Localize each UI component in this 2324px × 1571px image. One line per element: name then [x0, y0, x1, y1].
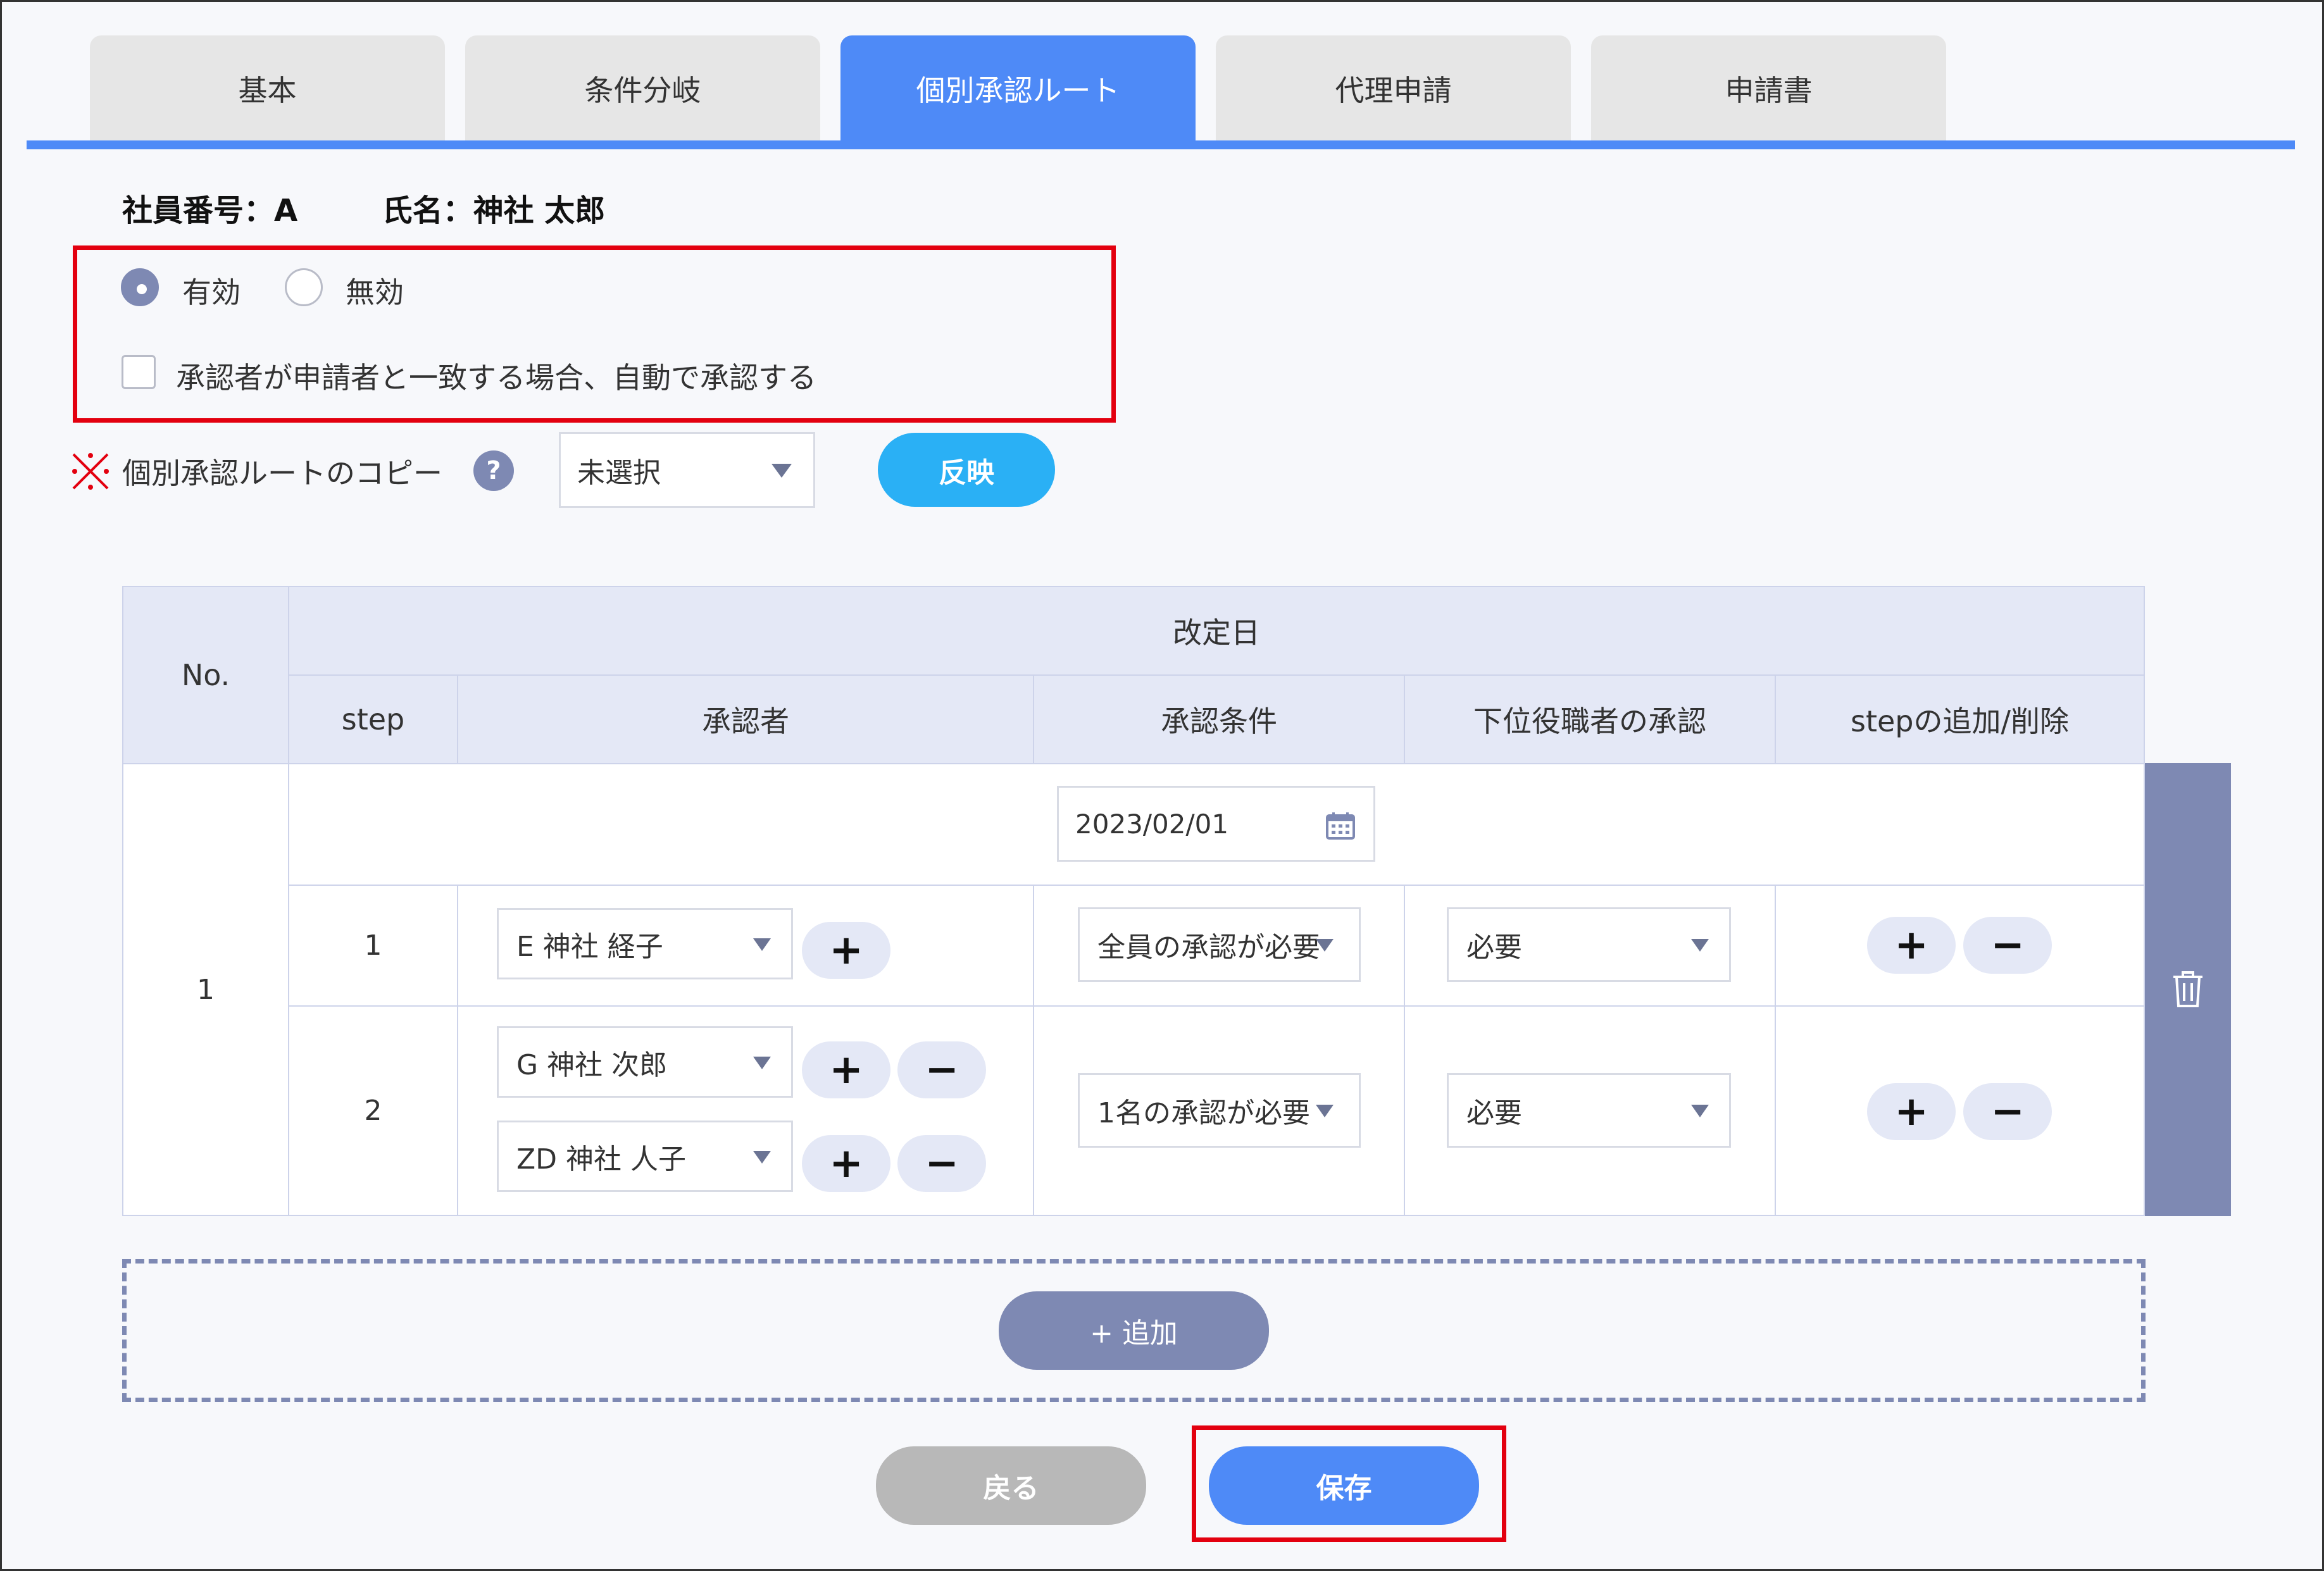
subordinate-select[interactable]: 必要 — [1447, 907, 1731, 982]
employee-id: 社員番号：A — [122, 193, 298, 228]
header-step-add-remove: stepの追加/削除 — [1775, 674, 2145, 764]
add-step-button[interactable]: + — [1867, 917, 1956, 974]
cell-add-remove-step-2 — [1775, 1005, 2145, 1216]
header-approval-condition: 承認条件 — [1033, 674, 1405, 764]
remove-approver-button[interactable]: − — [897, 1041, 986, 1098]
back-button[interactable]: 戻る — [876, 1446, 1146, 1525]
approver-select-value: ZD 神社 人子 — [516, 1143, 686, 1176]
apply-button[interactable]: 反映 — [878, 433, 1055, 507]
approver-select[interactable]: G 神社 次郎 — [497, 1026, 793, 1098]
chevron-down-icon — [753, 1150, 771, 1164]
radio-enabled-label: 有効 — [182, 275, 241, 309]
chevron-down-icon — [1316, 939, 1334, 952]
add-approver-button[interactable]: + — [802, 1135, 890, 1192]
calendar-icon[interactable] — [1325, 810, 1356, 841]
chevron-down-icon — [753, 1056, 771, 1069]
tab-application-form[interactable]: 申請書 — [1591, 35, 1946, 141]
save-button[interactable]: 保存 — [1209, 1446, 1479, 1525]
radio-disabled[interactable] — [285, 268, 323, 306]
add-route-button[interactable]: + 追加 — [999, 1291, 1269, 1370]
required-mark-icon — [68, 449, 113, 494]
header-approver: 承認者 — [457, 674, 1034, 764]
revision-date-input[interactable]: 2023/02/01 — [1057, 786, 1375, 862]
approver-select-value: E 神社 経子 — [516, 930, 663, 963]
auto-approve-label: 承認者が申請者と一致する場合、自動で承認する — [176, 361, 816, 395]
subordinate-select-value: 必要 — [1466, 1097, 1522, 1129]
chevron-down-icon — [1691, 939, 1709, 952]
add-approver-button[interactable]: + — [802, 1041, 890, 1098]
remove-step-button[interactable]: − — [1963, 917, 2052, 974]
tab-individual-approval-route[interactable]: 個別承認ルート — [840, 35, 1196, 141]
copy-route-label: 個別承認ルートのコピー — [122, 456, 442, 490]
radio-enabled[interactable] — [121, 268, 159, 306]
tab-underline — [27, 140, 2295, 149]
radio-disabled-label: 無効 — [346, 275, 404, 309]
remove-step-button[interactable]: − — [1963, 1083, 2052, 1140]
approver-select-value: G 神社 次郎 — [516, 1048, 668, 1081]
tab-conditional-branch[interactable]: 条件分岐 — [465, 35, 820, 141]
cell-step-2: 2 — [288, 1005, 458, 1216]
chevron-down-icon — [1691, 1105, 1709, 1117]
copy-route-select[interactable]: 未選択 — [559, 432, 815, 508]
approver-select[interactable]: E 神社 経子 — [497, 908, 793, 979]
cell-no: 1 — [122, 763, 289, 1216]
employee-name: 氏名：神社 太郎 — [382, 193, 606, 228]
condition-select-value: 1名の承認が必要 — [1097, 1097, 1310, 1129]
help-icon[interactable]: ? — [473, 450, 514, 491]
remove-approver-button[interactable]: − — [897, 1135, 986, 1192]
approver-select[interactable]: ZD 神社 人子 — [497, 1121, 793, 1192]
subordinate-select-value: 必要 — [1466, 931, 1522, 964]
tab-basic[interactable]: 基本 — [90, 35, 445, 141]
header-step: step — [288, 674, 458, 764]
add-step-button[interactable]: + — [1867, 1083, 1956, 1140]
auto-approve-checkbox[interactable] — [122, 355, 156, 389]
chevron-down-icon — [772, 464, 792, 478]
condition-select-value: 全員の承認が必要 — [1097, 931, 1320, 964]
revision-date-value: 2023/02/01 — [1075, 808, 1229, 840]
header-subordinate-approval: 下位役職者の承認 — [1404, 674, 1776, 764]
header-no: No. — [122, 586, 289, 764]
cell-step-1: 1 — [288, 885, 458, 1007]
cell-add-remove-step-1 — [1775, 885, 2145, 1007]
add-approver-button[interactable]: + — [802, 922, 890, 979]
header-revision-date: 改定日 — [288, 586, 2145, 676]
copy-route-select-value: 未選択 — [577, 457, 661, 489]
subordinate-select[interactable]: 必要 — [1447, 1073, 1731, 1148]
employee-header: 社員番号：A 氏名：神社 太郎 — [122, 185, 605, 230]
chevron-down-icon — [753, 938, 771, 951]
trash-icon[interactable] — [2170, 969, 2206, 1009]
condition-select[interactable]: 1名の承認が必要 — [1078, 1073, 1361, 1148]
tab-proxy-application[interactable]: 代理申請 — [1216, 35, 1571, 141]
condition-select[interactable]: 全員の承認が必要 — [1078, 907, 1361, 982]
chevron-down-icon — [1316, 1105, 1334, 1117]
